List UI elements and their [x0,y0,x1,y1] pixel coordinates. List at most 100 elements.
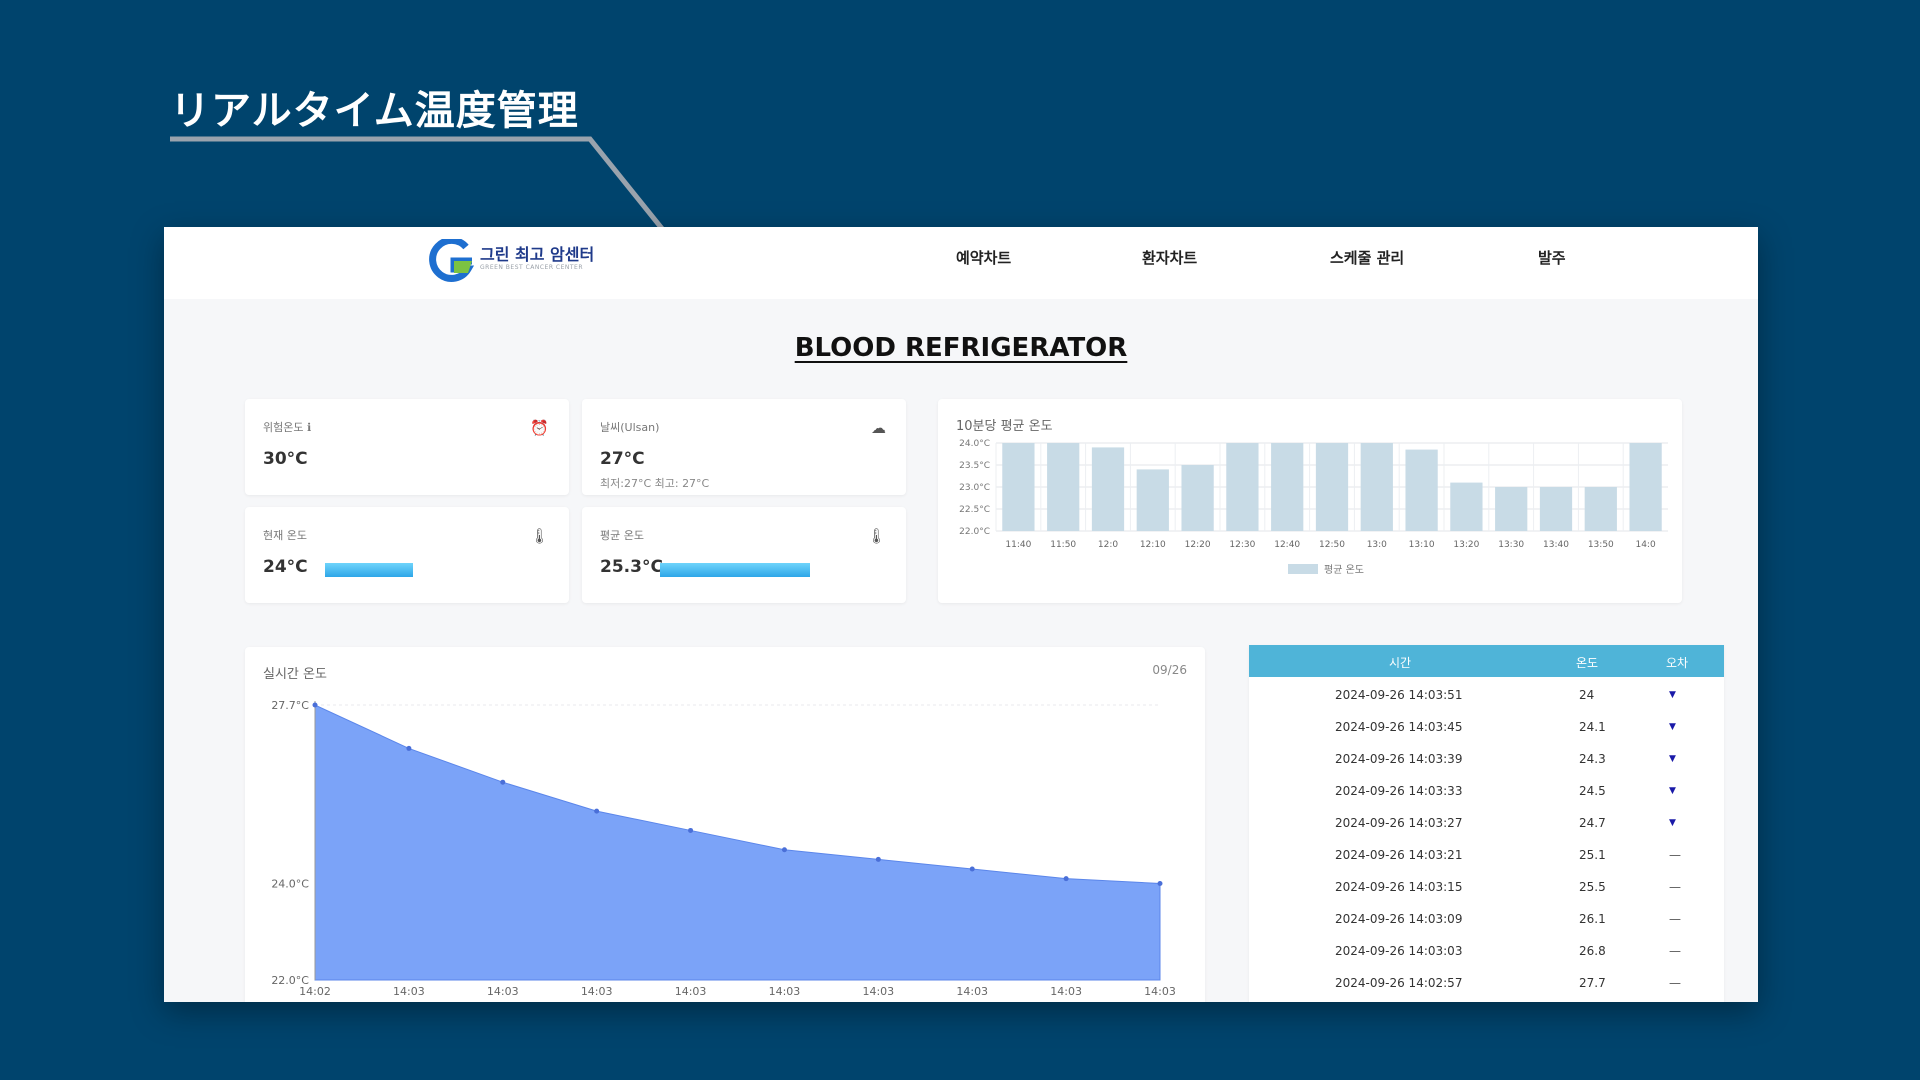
area-x-tick: 14:03 [1144,985,1176,998]
area-point [594,808,600,814]
area-point [969,866,975,872]
trend-flat-icon: — [1669,912,1681,926]
legend-swatch [1288,564,1318,574]
bar [1539,487,1573,531]
trend-flat-icon: — [1669,880,1681,894]
weather-icon: ☁ [871,419,886,437]
bar-x-tick: 11:40 [1005,540,1031,550]
top-navbar: 그린 최고 암센터 GREEN BEST CANCER CENTER 예약차트 … [164,227,1758,299]
weather-minmax: 최저:27°C 최고: 27°C [600,477,710,490]
cell-time: 2024-09-26 14:03:27 [1335,816,1463,830]
bar-y-tick: 23.5°C [959,461,990,471]
cell-temp: 27.7 [1579,976,1606,990]
thermometer-icon: 🌡 [529,527,549,545]
bar [1405,449,1438,531]
logo-name: 그린 최고 암센터 [480,245,595,264]
bar [1271,443,1304,531]
cell-temp: 24.1 [1579,720,1606,734]
bar-x-tick: 13:30 [1498,540,1524,550]
bar [1136,469,1169,531]
cell-temp: 24.7 [1579,816,1606,830]
bar [1360,443,1393,531]
header-time: 시간 [1389,656,1412,670]
area-y-tick: 24.0°C [271,878,309,891]
thermometer-icon: 🌡 [866,527,886,545]
table-row[interactable]: 2024-09-26 14:03:15 25.5 — [1249,871,1724,903]
bar [1181,465,1214,531]
cell-temp: 25.1 [1579,848,1606,862]
bar [1450,482,1483,531]
area-point [500,779,506,785]
cell-temp: 26.8 [1579,944,1606,958]
cell-temp: 26.1 [1579,912,1606,926]
table-row[interactable]: 2024-09-26 14:03:27 24.7 ▼ [1249,807,1724,839]
cell-time: 2024-09-26 14:03:09 [1335,912,1463,926]
bar-x-tick: 11:50 [1050,540,1076,550]
average-temp-card: 평균 온도 25.3°C 🌡 [582,507,906,603]
area-point [1157,881,1163,887]
area-point [406,745,412,751]
current-temp-label: 현재 온도 [263,529,307,542]
bar-y-tick: 23.0°C [959,483,990,493]
header-temp: 온도 [1576,656,1599,670]
nav-patient-chart[interactable]: 환자차트 [1142,247,1197,268]
table-row[interactable]: 2024-09-26 14:03:21 25.1 — [1249,839,1724,871]
temp-log-table: 시간 온도 오차 2024-09-26 14:03:51 24 ▼ 2024-09-2… [1249,645,1724,1002]
trend-down-icon: ▼ [1669,754,1676,764]
table-row[interactable]: 2024-09-26 14:03:39 24.3 ▼ [1249,743,1724,775]
bar [1495,487,1528,531]
bar-x-tick: 12:50 [1319,540,1345,550]
trend-down-icon: ▼ [1669,722,1676,732]
bar-y-tick: 22.5°C [959,505,990,515]
bar [1047,443,1080,531]
table-row[interactable]: 2024-09-26 14:02:57 27.7 — [1249,967,1724,999]
cell-temp: 24.5 [1579,784,1606,798]
area-x-tick: 14:02 [299,985,331,998]
logo-subtitle: GREEN BEST CANCER CENTER [480,264,584,271]
cell-time: 2024-09-26 14:03:21 [1335,848,1463,862]
current-temp-card: 현재 온도 24°C 🌡 [245,507,569,603]
nav-reservation-chart[interactable]: 예약차트 [956,247,1011,268]
table-row[interactable]: 2024-09-26 14:03:33 24.5 ▼ [1249,775,1724,807]
bar-chart: 24.0°C 23.5°C 23.0°C 22.5°C 22.0°C 11:40 11:50… [959,439,1668,576]
table-row[interactable]: 2024-09-26 14:03:03 26.8 — [1249,935,1724,967]
cell-time: 2024-09-26 14:03:45 [1335,720,1463,734]
cell-time: 2024-09-26 14:02:57 [1335,976,1463,990]
area-chart: 27.7°C24.0°C22.0°C14:02 14:03 14:03 14:03 14… [271,699,1176,998]
area-point [312,702,318,708]
trend-flat-icon: — [1669,976,1681,990]
logo[interactable]: 그린 최고 암센터 GREEN BEST CANCER CENTER [428,237,618,285]
nav-order[interactable]: 발주 [1538,247,1566,268]
app-screenshot: 그린 최고 암센터 GREEN BEST CANCER CENTER 예약차트 … [164,227,1758,1002]
alarm-icon: ⏰ [530,419,549,437]
bar-x-tick: 13:10 [1409,540,1435,550]
trend-down-icon: ▼ [1669,818,1676,828]
bar-x-tick: 12:40 [1274,540,1300,550]
bar-x-tick: 13:0 [1367,540,1387,550]
bar-x-tick: 12:10 [1140,540,1166,550]
weather-value: 27°C [600,449,645,469]
area-point [1063,876,1069,882]
average-temp-label: 평균 온도 [600,529,644,542]
current-temp-value: 24°C [263,557,308,577]
trend-down-icon: ▼ [1669,786,1676,796]
weather-card: 날씨(Ulsan) 27°C 최저:27°C 최고: 27°C ☁ [582,399,906,495]
bar [1091,447,1125,531]
table-row[interactable]: 2024-09-26 14:03:51 24 ▼ [1249,679,1724,711]
bar [1226,443,1259,531]
table-row[interactable]: 2024-09-26 14:03:45 24.1 ▼ [1249,711,1724,743]
area-x-tick: 14:03 [862,985,894,998]
average-temp-value: 25.3°C [600,557,663,577]
header-error: 오차 [1666,656,1689,670]
trend-down-icon: ▼ [1669,690,1676,700]
table-row[interactable]: 2024-09-26 14:03:09 26.1 — [1249,903,1724,935]
current-temp-bar [325,563,413,577]
nav-schedule[interactable]: 스케줄 관리 [1330,247,1404,268]
logo-mark-icon [429,239,474,282]
area-y-tick: 27.7°C [271,699,309,712]
bar-y-tick: 22.0°C [959,527,990,537]
bar [1002,443,1035,531]
average-temp-bar [660,563,810,577]
area-point [688,827,694,833]
area-x-tick: 14:03 [769,985,801,998]
